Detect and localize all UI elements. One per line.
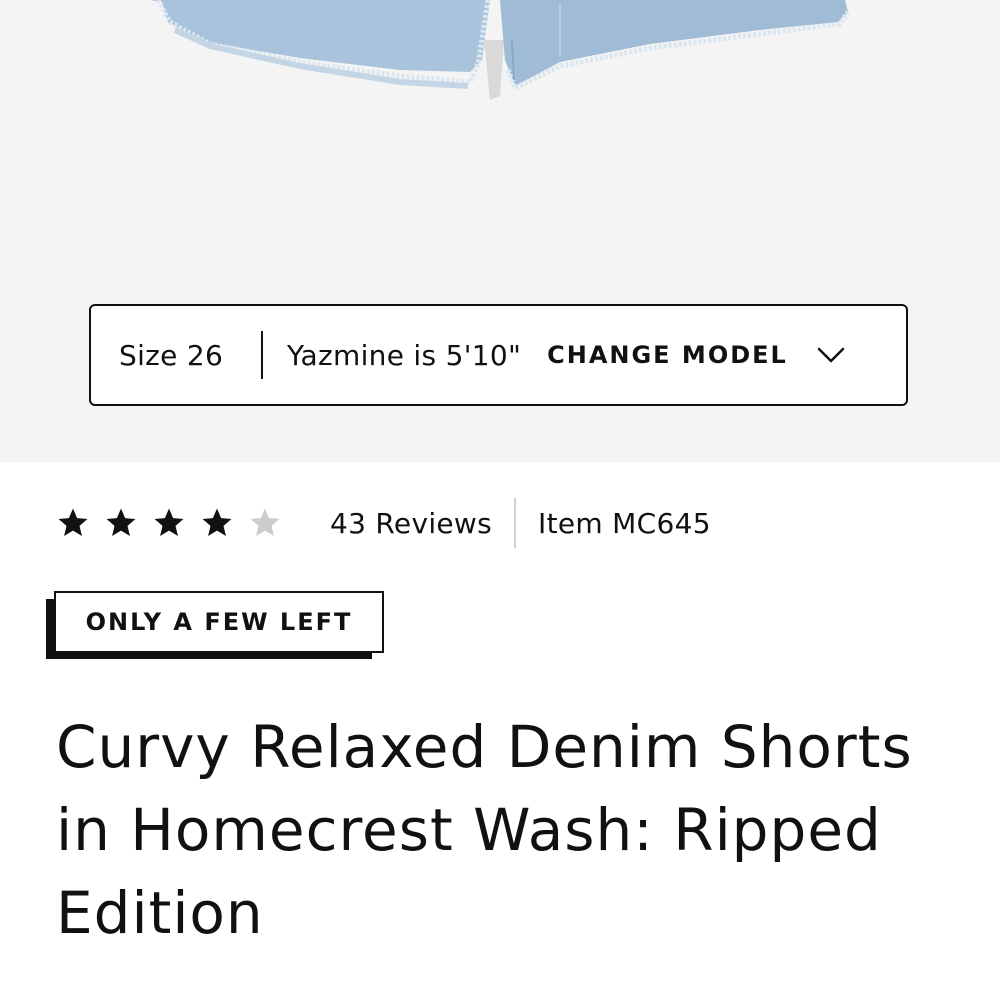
star-filled-icon [58,508,88,537]
star-rating[interactable] [56,506,296,540]
product-page: Size 26 Yazmine is 5'10" CHANGE MODEL 43… [0,0,1000,1000]
chevron-down-icon [817,347,845,363]
product-title: Curvy Relaxed Denim Shorts in Homecrest … [56,713,913,947]
product-image[interactable]: Size 26 Yazmine is 5'10" CHANGE MODEL [0,0,1000,462]
rating-divider [514,498,517,548]
model-info-bar: Size 26 Yazmine is 5'10" CHANGE MODEL [89,304,908,406]
change-model-button[interactable]: CHANGE MODEL [547,341,846,369]
badge-box: ONLY A FEW LEFT [54,591,384,653]
model-height-label: Yazmine is 5'10" [287,338,522,372]
change-model-label: CHANGE MODEL [547,341,788,369]
star-empty-icon [250,508,280,537]
reviews-link[interactable]: 43 Reviews [330,507,492,540]
item-number: Item MC645 [538,506,711,540]
star-filled-icon [106,508,136,537]
badge-label: ONLY A FEW LEFT [85,608,353,636]
star-filled-icon [202,508,232,537]
model-bar-divider [261,331,263,379]
model-size-label: Size 26 [119,338,224,372]
star-filled-icon [154,508,184,537]
rating-row: 43 Reviews Item MC645 [56,496,711,550]
stock-badge: ONLY A FEW LEFT [46,591,386,661]
